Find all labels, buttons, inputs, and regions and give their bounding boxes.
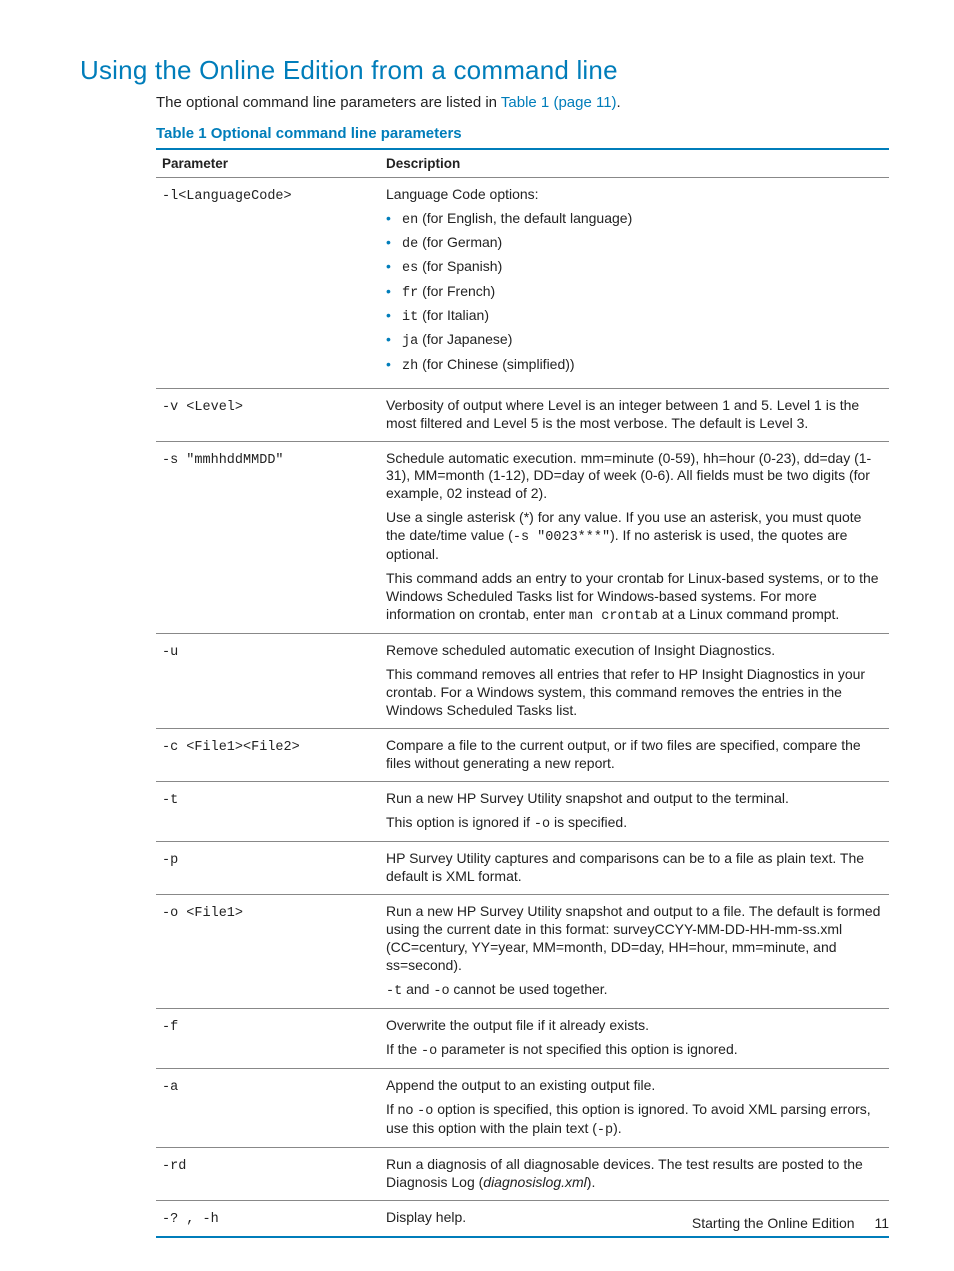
lang-code: it	[402, 310, 418, 325]
inline-code: man crontab	[569, 609, 658, 624]
param-code: -v <Level>	[162, 400, 243, 415]
lang-label: (for Italian)	[418, 307, 489, 323]
param-code: -o <File1>	[162, 906, 243, 921]
desc-text: Verbosity of output where Level is an in…	[386, 397, 881, 433]
param-code: -s "mmhhddMMDD"	[162, 453, 284, 468]
table-row: -f Overwrite the output file if it alrea…	[156, 1008, 889, 1068]
desc-text: HP Survey Utility captures and compariso…	[386, 850, 881, 886]
inline-code: -o	[534, 817, 550, 832]
inline-code: -o	[421, 1044, 437, 1059]
lang-label: (for English, the default language)	[418, 210, 632, 226]
table-row: -u Remove scheduled automatic execution …	[156, 634, 889, 729]
param-code: -u	[162, 645, 178, 660]
desc-text: Use a single asterisk (*) for any value.…	[386, 509, 881, 564]
intro-paragraph: The optional command line parameters are…	[156, 94, 889, 111]
param-code: -t	[162, 793, 178, 808]
col-parameter: Parameter	[156, 149, 380, 178]
param-code: -l<LanguageCode>	[162, 189, 292, 204]
desc-text: Language Code options:	[386, 186, 881, 204]
list-item: ja (for Japanese)	[386, 331, 881, 350]
text-frag: If the	[386, 1041, 421, 1057]
list-item: en (for English, the default language)	[386, 210, 881, 229]
lang-label: (for French)	[418, 283, 495, 299]
table-1-link[interactable]: Table 1 (page 11)	[501, 94, 617, 111]
lang-label: (for Spanish)	[418, 258, 502, 274]
desc-text: This option is ignored if -o is specifie…	[386, 814, 881, 833]
table-row: -s "mmhhddMMDD" Schedule automatic execu…	[156, 441, 889, 634]
text-frag: ).	[613, 1120, 622, 1136]
text-frag: is specified.	[550, 814, 627, 830]
desc-text: If no -o option is specified, this optio…	[386, 1101, 881, 1140]
list-item: es (for Spanish)	[386, 258, 881, 277]
text-frag: at a Linux command prompt.	[658, 606, 839, 622]
lang-code: fr	[402, 286, 418, 301]
page-number: 11	[874, 1215, 889, 1231]
list-item: it (for Italian)	[386, 307, 881, 326]
inline-code: -s "0023***"	[513, 530, 610, 545]
table-row: -p HP Survey Utility captures and compar…	[156, 842, 889, 895]
desc-text: This command removes all entries that re…	[386, 666, 881, 720]
desc-text: Remove scheduled automatic execution of …	[386, 642, 881, 660]
desc-text: Schedule automatic execution. mm=minute …	[386, 450, 881, 504]
text-frag: cannot be used together.	[450, 981, 608, 997]
lang-code: zh	[402, 359, 418, 374]
desc-text: Append the output to an existing output …	[386, 1077, 881, 1095]
table-row: -o <File1> Run a new HP Survey Utility s…	[156, 894, 889, 1008]
table-caption: Table 1 Optional command line parameters	[156, 125, 889, 142]
list-item: fr (for French)	[386, 283, 881, 302]
text-frag: If no	[386, 1101, 417, 1117]
col-description: Description	[380, 149, 889, 178]
footer-title: Starting the Online Edition	[692, 1215, 855, 1231]
table-row: -rd Run a diagnosis of all diagnosable d…	[156, 1148, 889, 1201]
text-frag: option is specified, this option is igno…	[386, 1101, 871, 1136]
list-item: zh (for Chinese (simplified))	[386, 356, 881, 375]
text-frag: parameter is not specified this option i…	[437, 1041, 737, 1057]
desc-text: Overwrite the output file if it already …	[386, 1017, 881, 1035]
intro-text-prefix: The optional command line parameters are…	[156, 94, 501, 111]
table-row: -v <Level> Verbosity of output where Lev…	[156, 388, 889, 441]
desc-text: Run a new HP Survey Utility snapshot and…	[386, 903, 881, 975]
parameters-table: Parameter Description -l<LanguageCode> L…	[156, 148, 889, 1238]
inline-code: -o	[433, 984, 449, 999]
inline-code: -t	[386, 984, 402, 999]
text-frag: ).	[587, 1174, 596, 1190]
section-heading: Using the Online Edition from a command …	[80, 55, 889, 86]
desc-text: Compare a file to the current output, or…	[386, 737, 881, 773]
text-frag: This option is ignored if	[386, 814, 534, 830]
desc-text: Run a diagnosis of all diagnosable devic…	[386, 1156, 881, 1192]
table-row: -a Append the output to an existing outp…	[156, 1068, 889, 1147]
lang-label: (for Chinese (simplified))	[418, 356, 574, 372]
inline-code: -p	[597, 1123, 613, 1138]
table-row: -c <File1><File2> Compare a file to the …	[156, 729, 889, 782]
filename: diagnosislog.xml	[483, 1174, 587, 1190]
table-row: -t Run a new HP Survey Utility snapshot …	[156, 781, 889, 841]
text-frag: and	[402, 981, 433, 997]
desc-text: -t and -o cannot be used together.	[386, 981, 881, 1000]
param-code: -? , -h	[162, 1212, 219, 1227]
lang-code: es	[402, 261, 418, 276]
text-frag: Run a diagnosis of all diagnosable devic…	[386, 1156, 863, 1190]
inline-code: -o	[417, 1104, 433, 1119]
table-row: -l<LanguageCode> Language Code options: …	[156, 178, 889, 389]
lang-code: ja	[402, 334, 418, 349]
lang-code: en	[402, 213, 418, 228]
param-code: -f	[162, 1020, 178, 1035]
intro-text-suffix: .	[617, 94, 621, 111]
language-options-list: en (for English, the default language) d…	[386, 210, 881, 375]
param-code: -c <File1><File2>	[162, 740, 300, 755]
desc-text: Run a new HP Survey Utility snapshot and…	[386, 790, 881, 808]
param-code: -rd	[162, 1159, 186, 1174]
list-item: de (for German)	[386, 234, 881, 253]
param-code: -a	[162, 1080, 178, 1095]
page-footer: Starting the Online Edition 11	[692, 1215, 889, 1231]
desc-text: If the -o parameter is not specified thi…	[386, 1041, 881, 1060]
param-code: -p	[162, 853, 178, 868]
lang-label: (for German)	[418, 234, 502, 250]
lang-code: de	[402, 237, 418, 252]
lang-label: (for Japanese)	[418, 331, 512, 347]
desc-text: This command adds an entry to your cront…	[386, 570, 881, 625]
